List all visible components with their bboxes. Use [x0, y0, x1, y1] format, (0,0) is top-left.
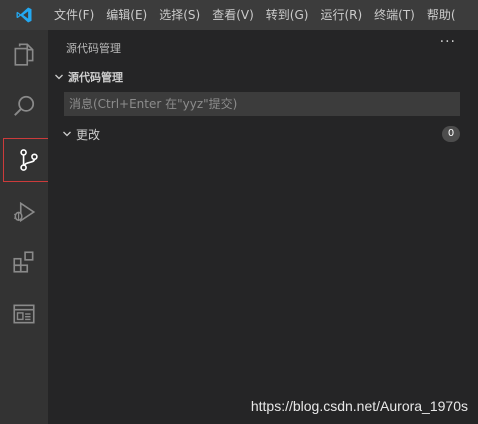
menu-file[interactable]: 文件(F) — [48, 0, 100, 30]
watermark-text: https://blog.csdn.net/Aurora_1970s — [250, 398, 468, 414]
more-actions-button[interactable]: ··· — [440, 34, 456, 50]
activity-extensions[interactable] — [0, 238, 48, 286]
menu-selection[interactable]: 选择(S) — [153, 0, 206, 30]
menu-run[interactable]: 运行(R) — [314, 0, 368, 30]
activity-run-debug[interactable] — [0, 188, 48, 236]
activity-bar — [0, 30, 55, 424]
chevron-down-icon — [52, 72, 66, 82]
window-panel-icon — [13, 304, 35, 324]
sidebar-title: 源代码管理 — [66, 42, 121, 55]
section-title: 源代码管理 — [68, 71, 123, 84]
search-icon — [14, 95, 35, 116]
menu-go[interactable]: 转到(G) — [260, 0, 315, 30]
changes-count-badge: 0 — [442, 126, 460, 142]
title-bar: 文件(F) 编辑(E) 选择(S) 查看(V) 转到(G) 运行(R) 终端(T… — [0, 0, 478, 30]
activity-search[interactable] — [0, 82, 48, 130]
menu-help[interactable]: 帮助( — [421, 0, 462, 30]
activity-remote-explorer[interactable] — [0, 290, 48, 338]
chevron-down-icon — [60, 129, 74, 139]
menu-edit[interactable]: 编辑(E) — [100, 0, 153, 30]
commit-message-input[interactable] — [64, 92, 460, 116]
run-debug-icon — [13, 201, 36, 223]
changes-label: 更改 — [76, 127, 101, 142]
menu-bar: 文件(F) 编辑(E) 选择(S) 查看(V) 转到(G) 运行(R) 终端(T… — [48, 0, 462, 30]
extensions-icon — [13, 251, 34, 273]
source-control-icon — [20, 149, 38, 171]
changes-group[interactable]: 更改 0 — [48, 123, 478, 145]
menu-terminal[interactable]: 终端(T) — [368, 0, 421, 30]
source-control-sidebar: 源代码管理 ··· 源代码管理 更改 0 — [48, 30, 478, 424]
activity-explorer[interactable] — [0, 30, 48, 78]
menu-view[interactable]: 查看(V) — [206, 0, 260, 30]
vscode-logo-icon[interactable] — [0, 0, 48, 30]
files-icon — [14, 43, 34, 66]
source-control-section-header[interactable]: 源代码管理 — [48, 66, 478, 88]
